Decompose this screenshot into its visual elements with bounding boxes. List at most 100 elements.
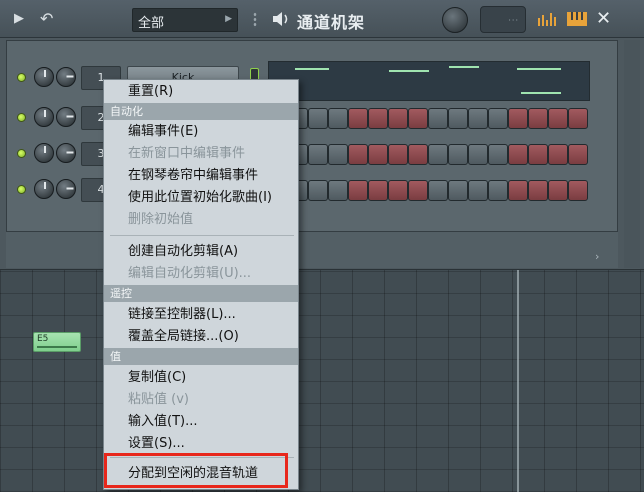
step-button[interactable] (368, 180, 388, 201)
step-button[interactable] (468, 108, 488, 129)
playlist-grid[interactable] (0, 270, 644, 492)
volume-knob[interactable] (56, 107, 76, 127)
channel-led[interactable] (17, 73, 26, 82)
note-block-e5[interactable]: E5 (33, 332, 81, 352)
step-button[interactable] (548, 108, 568, 129)
pan-knob[interactable] (34, 107, 54, 127)
piano-roll-icon[interactable] (567, 12, 587, 26)
channel-row: 4 (7, 175, 619, 205)
swing-display[interactable]: ··· (480, 6, 526, 33)
menu-item-type-in-value[interactable]: 输入值(T)... (104, 411, 298, 432)
filter-select[interactable]: 全部 ▶ (132, 8, 238, 32)
step-button[interactable] (528, 108, 548, 129)
menu-item-override-global-link[interactable]: 覆盖全局链接...(O) (104, 326, 298, 347)
titlebar: ▶ ↶ 全部 ▶ 通道机架 ··· ✕ (0, 0, 644, 38)
step-button[interactable] (328, 180, 348, 201)
menu-item-settings[interactable]: 设置(S)... (104, 433, 298, 454)
step-button[interactable] (348, 144, 368, 165)
menu-item-copy-value[interactable]: 复制值(C) (104, 367, 298, 388)
step-button[interactable] (428, 108, 448, 129)
chevron-right-icon: ▶ (225, 14, 232, 24)
step-button[interactable] (508, 108, 528, 129)
menu-item-create-automation-clip[interactable]: 创建自动化剪辑(A) (104, 241, 298, 262)
channel-led[interactable] (17, 185, 26, 194)
step-button[interactable] (308, 144, 328, 165)
step-button[interactable] (408, 180, 428, 201)
rack-panel: 1 Kick 2 3 4 (6, 40, 618, 232)
close-icon[interactable]: ✕ (596, 8, 611, 29)
step-button[interactable] (388, 144, 408, 165)
step-button[interactable] (388, 180, 408, 201)
menu-item-edit-events[interactable]: 编辑事件(E) (104, 121, 298, 142)
menu-item-link-to-controller[interactable]: 链接至控制器(L)... (104, 304, 298, 325)
step-button[interactable] (348, 180, 368, 201)
note-label: E5 (37, 334, 49, 344)
step-button[interactable] (448, 144, 468, 165)
step-button[interactable] (328, 144, 348, 165)
step-button[interactable] (568, 180, 588, 201)
volume-knob[interactable] (56, 143, 76, 163)
step-button[interactable] (508, 144, 528, 165)
swing-knob[interactable] (442, 7, 468, 33)
step-button[interactable] (428, 180, 448, 201)
channel-row: 1 Kick (7, 63, 619, 93)
drag-grip-icon[interactable] (253, 12, 257, 28)
note-velocity-line (37, 346, 77, 348)
channel-rack-window: ▶ ↶ 全部 ▶ 通道机架 ··· ✕ 1 Kick 2 3 4 › (0, 0, 644, 270)
step-button[interactable] (328, 108, 348, 129)
menu-item-delete-init-value: 删除初始值 (128, 212, 194, 227)
step-button[interactable] (548, 180, 568, 201)
context-menu: 重置(R) 自动化 编辑事件(E) 在新窗口中编辑事件 在钢琴卷帘中编辑事件 使… (103, 79, 299, 490)
speaker-icon[interactable] (271, 9, 291, 29)
channel-row: 3 (7, 139, 619, 169)
play-arrow-icon[interactable]: ▶ (14, 11, 24, 26)
step-button[interactable] (388, 108, 408, 129)
step-button[interactable] (568, 108, 588, 129)
channel-led[interactable] (17, 149, 26, 158)
menu-item-edit-events-new-window: 在新窗口中编辑事件 (128, 146, 246, 161)
step-button[interactable] (508, 180, 528, 201)
graph-editor-icon[interactable] (537, 12, 557, 26)
menu-item-edit-automation-clip: 编辑自动化剪辑(U)... (128, 266, 252, 281)
window-title: 通道机架 (297, 13, 366, 32)
step-button[interactable] (528, 144, 548, 165)
step-button[interactable] (408, 144, 428, 165)
channel-led[interactable] (17, 113, 26, 122)
step-button[interactable] (368, 108, 388, 129)
step-button[interactable] (528, 180, 548, 201)
step-button[interactable] (468, 180, 488, 201)
step-button[interactable] (488, 108, 508, 129)
step-button[interactable] (348, 108, 368, 129)
step-button[interactable] (308, 108, 328, 129)
pan-knob[interactable] (34, 179, 54, 199)
filter-value: 全部 (138, 16, 165, 31)
menu-item-reset[interactable]: 重置(R) (104, 81, 298, 102)
menu-section-automation: 自动化 (104, 103, 298, 120)
pan-knob[interactable] (34, 67, 54, 87)
step-button[interactable] (428, 144, 448, 165)
step-button[interactable] (308, 180, 328, 201)
volume-knob[interactable] (56, 179, 76, 199)
volume-knob[interactable] (56, 67, 76, 87)
channel-row: 2 (7, 103, 619, 133)
menu-item-init-song-here[interactable]: 使用此位置初始化歌曲(I) (104, 187, 298, 208)
undo-icon[interactable]: ↶ (40, 9, 53, 28)
rack-bottom-bar (6, 232, 618, 268)
menu-item-edit-events-piano-roll[interactable]: 在钢琴卷帘中编辑事件 (104, 165, 298, 186)
step-button[interactable] (548, 144, 568, 165)
step-button[interactable] (468, 144, 488, 165)
menu-separator (110, 235, 294, 236)
step-button[interactable] (368, 144, 388, 165)
pan-knob[interactable] (34, 143, 54, 163)
step-button[interactable] (408, 108, 428, 129)
menu-item-paste-value: 粘贴值 (v) (128, 392, 189, 407)
step-button[interactable] (488, 180, 508, 201)
menu-section-remote: 遥控 (104, 285, 298, 302)
step-button[interactable] (448, 108, 468, 129)
chevron-right-icon[interactable]: › (595, 250, 599, 263)
rack-scrollbar[interactable] (624, 40, 640, 268)
playhead-line (517, 268, 519, 492)
step-button[interactable] (448, 180, 468, 201)
step-button[interactable] (488, 144, 508, 165)
step-button[interactable] (568, 144, 588, 165)
